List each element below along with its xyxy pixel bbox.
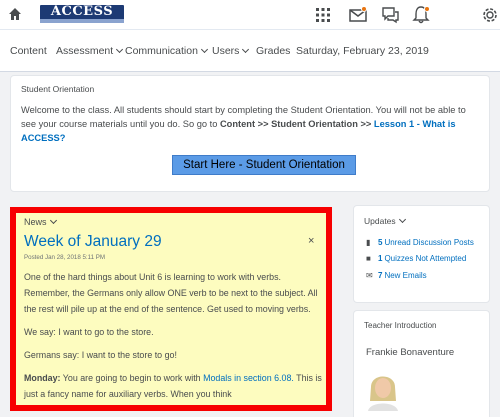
update-label: Unread Discussion Posts xyxy=(384,238,474,247)
chevron-down-icon xyxy=(116,45,124,54)
news-monday-label: Monday: xyxy=(24,373,61,383)
update-count: 1 xyxy=(378,254,383,263)
email-icon: ✉ xyxy=(366,271,373,280)
news-paragraph: One of the hard things about Unit 6 is l… xyxy=(24,272,318,314)
gear-icon[interactable] xyxy=(480,5,500,25)
update-count: 5 xyxy=(378,238,383,247)
grid-icon[interactable] xyxy=(313,5,333,25)
orientation-text: Welcome to the class. All students shoul… xyxy=(21,103,476,145)
bell-icon[interactable] xyxy=(411,5,431,25)
update-quizzes[interactable]: ■ 1 Quizzes Not Attempted xyxy=(366,254,466,263)
news-header[interactable]: News xyxy=(24,216,57,227)
teacher-intro-header: Teacher Introduction xyxy=(364,321,437,330)
nav-users[interactable]: Users xyxy=(212,45,250,57)
update-count: 7 xyxy=(378,271,383,280)
nav-assessment[interactable]: Assessment xyxy=(56,45,124,57)
access-logo[interactable]: ACCESS xyxy=(40,5,124,23)
logo-text: ACCESS xyxy=(50,4,114,19)
update-label: New Emails xyxy=(384,271,427,280)
chat-icon[interactable] xyxy=(380,5,400,25)
updates-header-label: Updates xyxy=(364,216,396,226)
news-item-title[interactable]: Week of January 29 xyxy=(24,233,162,251)
orientation-path-text: Content >> Student Orientation >> xyxy=(219,119,374,129)
nav-users-label: Users xyxy=(212,45,240,57)
student-orientation-widget: Student Orientation Welcome to the class… xyxy=(10,75,490,192)
news-paragraph: We say: I want to go to the store. xyxy=(24,327,154,337)
nav-communication-label: Communication xyxy=(125,45,198,57)
course-navbar: Content Assessment Communication Users G… xyxy=(0,30,500,72)
teacher-intro-widget: Teacher Introduction Frankie Bonaventure xyxy=(353,310,490,417)
nav-grades[interactable]: Grades xyxy=(256,45,290,57)
news-paragraph-text: You are going to begin to work with xyxy=(60,373,204,383)
chevron-down-icon xyxy=(49,216,57,225)
mail-notification-dot xyxy=(361,6,367,12)
update-label: Quizzes Not Attempted xyxy=(384,254,467,263)
teacher-avatar xyxy=(366,367,400,411)
bell-notification-dot xyxy=(424,6,430,12)
news-paragraph: Germans say: I want to the store to go! xyxy=(24,350,177,360)
news-item-date: Posted Jan 28, 2018 5:11 PM xyxy=(24,254,106,261)
home-icon[interactable] xyxy=(8,7,22,21)
chevron-down-icon xyxy=(200,45,208,54)
teacher-name: Frankie Bonaventure xyxy=(366,347,455,358)
updates-header[interactable]: Updates xyxy=(364,215,406,226)
news-header-label: News xyxy=(24,217,47,227)
nav-content[interactable]: Content xyxy=(10,45,47,57)
nav-assessment-label: Assessment xyxy=(56,45,114,57)
nav-date: Saturday, February 23, 2019 xyxy=(296,45,429,57)
start-orientation-button[interactable]: Start Here - Student Orientation xyxy=(172,155,356,175)
discussion-icon: ▮ xyxy=(366,238,371,247)
widget-title: Student Orientation xyxy=(21,84,95,94)
chevron-down-icon xyxy=(398,215,406,224)
chevron-down-icon xyxy=(242,45,250,54)
news-item-body: One of the hard things about Unit 6 is l… xyxy=(24,269,324,405)
nav-communication[interactable]: Communication xyxy=(125,45,208,57)
news-widget: News Week of January 29 × Posted Jan 28,… xyxy=(10,207,332,411)
update-emails[interactable]: ✉ 7 New Emails xyxy=(366,271,427,280)
nav-grades-label: Grades xyxy=(256,45,291,57)
updates-widget: Updates ▮ 5 Unread Discussion Posts ■ 1 Quiz… xyxy=(353,205,490,303)
modals-link[interactable]: Modals in section 6.08. xyxy=(203,373,294,383)
quiz-icon: ■ xyxy=(366,254,371,263)
logo-subline xyxy=(40,19,124,23)
mail-icon[interactable] xyxy=(348,5,368,25)
nav-content-label: Content xyxy=(10,45,47,57)
update-unread-posts[interactable]: ▮ 5 Unread Discussion Posts xyxy=(366,238,474,247)
news-paragraph: Monday: You are going to begin to work w… xyxy=(24,370,324,402)
close-icon[interactable]: × xyxy=(308,235,314,247)
nav-date-label: Saturday, February 23, 2019 xyxy=(296,45,429,57)
top-bar: ACCESS xyxy=(0,0,500,30)
